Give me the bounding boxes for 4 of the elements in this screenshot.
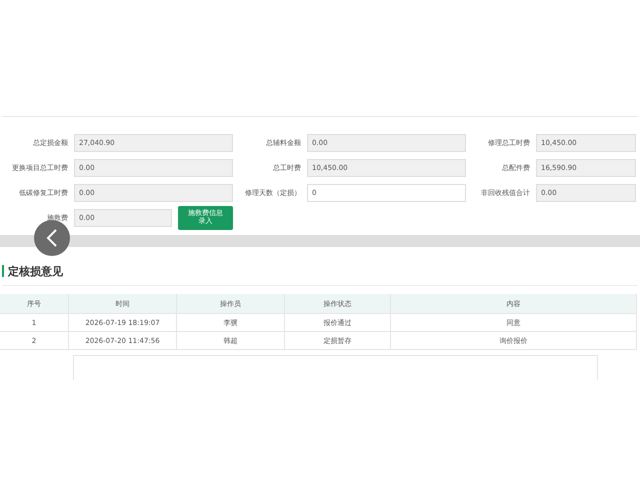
section-marker bbox=[2, 265, 4, 277]
chevron-left-icon bbox=[45, 228, 59, 248]
back-button[interactable] bbox=[34, 220, 70, 256]
section-title: 定核损意见 bbox=[8, 264, 63, 278]
